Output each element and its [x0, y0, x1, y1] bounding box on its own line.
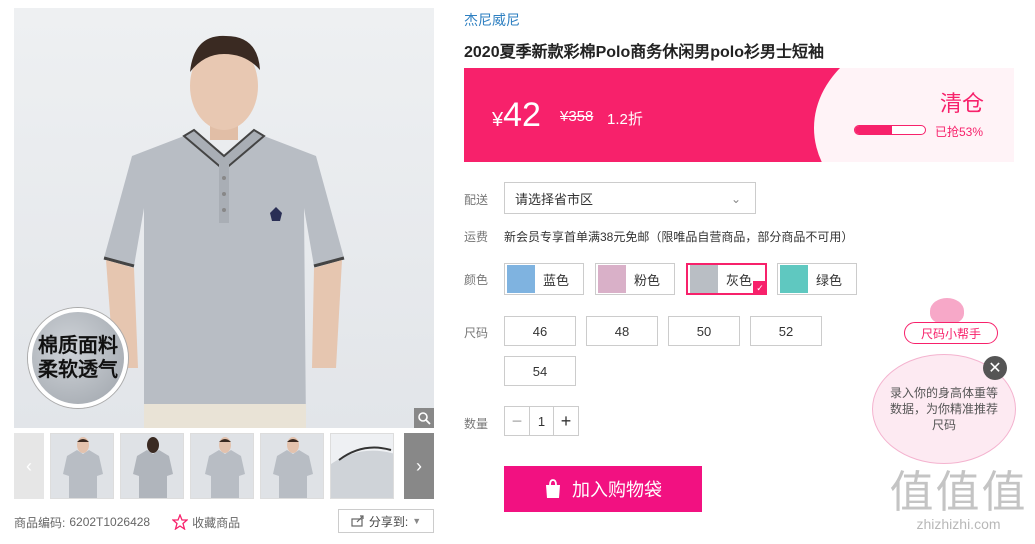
chevron-down-icon: ⌄ [730, 192, 741, 206]
quantity-increase-button[interactable]: + [554, 407, 578, 435]
badge-line-1: 棉质面料 [38, 335, 118, 357]
original-price: ¥358 [560, 108, 594, 125]
add-to-cart-label: 加入购物袋 [572, 480, 662, 500]
size-option[interactable]: 46 [504, 316, 576, 346]
thumbnail-image[interactable] [330, 433, 394, 499]
color-swatch [598, 265, 626, 293]
thumbnail-prev-button[interactable]: ‹ [14, 433, 44, 499]
discount-rate: 1.2折 [607, 111, 643, 128]
current-price: ¥42 [492, 96, 541, 135]
quantity-input[interactable]: 1 [529, 407, 554, 435]
zoom-icon[interactable] [414, 408, 434, 428]
color-option-gray[interactable]: 灰色 ✓ [686, 263, 767, 295]
caret-down-icon: ▼ [412, 516, 422, 526]
quantity-decrease-button[interactable]: − [505, 407, 529, 435]
clearance-label: 清仓 [939, 91, 984, 116]
size-label: 尺码 [464, 326, 489, 340]
color-swatch [690, 265, 718, 293]
price-value: 42 [503, 96, 541, 134]
quantity-label: 数量 [464, 417, 489, 431]
close-icon[interactable]: ✕ [983, 356, 1007, 380]
product-title: 2020夏季新款彩棉Polo商务休闲男polo衫男士短袖 [464, 44, 825, 61]
share-button[interactable]: 分享到: ▼ [338, 509, 434, 533]
fabric-badge: 棉质面料 柔软透气 [28, 308, 128, 408]
color-option-label: 粉色 [634, 272, 661, 288]
sold-percentage: 已抢53% [935, 125, 984, 139]
watermark: 值值值 zhizhizhi.com [886, 468, 1031, 533]
delivery-label: 配送 [464, 193, 489, 207]
thumbnail-next-button[interactable]: › [404, 433, 434, 499]
favorite-label: 收藏商品 [192, 515, 241, 530]
size-option[interactable]: 50 [668, 316, 740, 346]
sold-progress-fill [855, 126, 893, 134]
chevron-left-icon: ‹ [26, 455, 32, 476]
size-option[interactable]: 52 [750, 316, 822, 346]
sku-label: 商品编码: [14, 515, 66, 530]
color-option-label: 灰色 [726, 272, 753, 288]
color-swatch [780, 265, 808, 293]
shopping-bag-icon [546, 479, 560, 498]
size-helper-text: 录入你的身高体重等数据，为你精准推荐尺码 [889, 386, 998, 432]
region-select[interactable]: 请选择省市区 ⌄ [504, 182, 756, 214]
size-option[interactable]: 48 [586, 316, 658, 346]
share-icon [351, 515, 364, 527]
watermark-url: zhizhizhi.com [916, 516, 1001, 532]
thumbnail-image[interactable] [190, 433, 254, 499]
currency-symbol: ¥ [492, 109, 504, 131]
color-option-blue[interactable]: 蓝色 [504, 263, 584, 295]
thumbnail-image[interactable] [50, 433, 114, 499]
share-label: 分享到: [368, 514, 409, 529]
check-icon: ✓ [753, 281, 767, 295]
thumbnail-image[interactable] [120, 433, 184, 499]
color-label: 颜色 [464, 273, 489, 287]
thumbnail-strip: ‹ › [14, 433, 434, 499]
brand-link[interactable]: 杰尼威尼 [464, 10, 520, 30]
shipping-label: 运费 [464, 230, 489, 244]
color-option-label: 蓝色 [543, 272, 570, 288]
sku-value: 6202T1026428 [69, 515, 151, 529]
color-option-pink[interactable]: 粉色 [595, 263, 675, 295]
badge-line-2: 柔软透气 [38, 359, 118, 381]
helper-mascot-icon [930, 298, 964, 324]
banner-curve [814, 68, 1014, 162]
region-select-value: 请选择省市区 [515, 191, 594, 207]
star-icon [172, 514, 189, 530]
shipping-text: 新会员专享首单满38元免邮（限唯品自营商品，部分商品不可用） [504, 230, 854, 244]
thumbnail-image[interactable] [260, 433, 324, 499]
watermark-logo: 值值值 [889, 468, 1028, 517]
quantity-stepper: − 1 + [504, 406, 579, 436]
chevron-right-icon: › [416, 455, 422, 476]
sold-progress-bar [854, 125, 926, 135]
color-swatch [507, 265, 535, 293]
color-option-label: 绿色 [816, 272, 843, 288]
size-option[interactable]: 54 [504, 356, 576, 386]
favorite-button[interactable]: 收藏商品 [172, 514, 240, 531]
main-product-image[interactable]: 棉质面料 柔软透气 [14, 8, 434, 428]
color-option-green[interactable]: 绿色 [777, 263, 857, 295]
price-banner: ¥42 ¥358 1.2折 清仓 已抢53% [464, 68, 1014, 162]
add-to-cart-button[interactable]: 加入购物袋 [504, 466, 702, 512]
size-helper-tag[interactable]: 尺码小帮手 [904, 322, 998, 344]
product-meta-row: 商品编码: 6202T1026428 收藏商品 分享到: ▼ [14, 509, 434, 533]
